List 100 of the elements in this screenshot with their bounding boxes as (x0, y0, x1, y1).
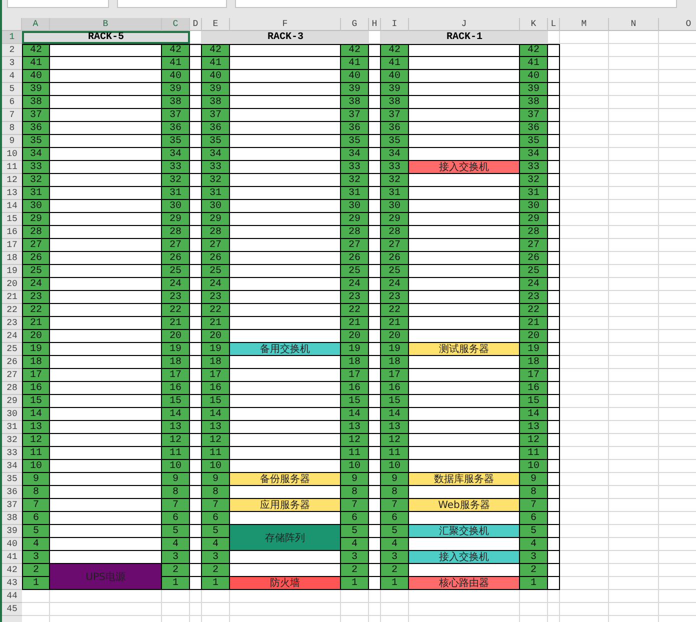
row-header[interactable]: 4 (2, 70, 22, 83)
column-header[interactable]: O (659, 18, 696, 31)
unit-number: 35 (162, 135, 190, 148)
column-header[interactable]: D (190, 18, 202, 31)
row-header[interactable]: 37 (2, 499, 22, 512)
row-header[interactable]: 22 (2, 304, 22, 317)
unit-number: 37 (341, 109, 369, 122)
unit-number: 24 (202, 278, 230, 291)
row-header[interactable]: 6 (2, 96, 22, 109)
row-header[interactable]: 17 (2, 239, 22, 252)
unit-number: 25 (162, 265, 190, 278)
row-header[interactable]: 21 (2, 291, 22, 304)
row-header[interactable]: 8 (2, 122, 22, 135)
row-header[interactable]: 12 (2, 174, 22, 187)
unit-number: 35 (381, 135, 409, 148)
unit-number: 29 (520, 213, 548, 226)
column-header[interactable]: M (560, 18, 609, 31)
row-header[interactable]: 25 (2, 343, 22, 356)
row-header[interactable]: 20 (2, 278, 22, 291)
row-header[interactable]: 43 (2, 577, 22, 590)
column-header[interactable]: H (369, 18, 381, 31)
row-header[interactable]: 18 (2, 252, 22, 265)
row-header[interactable]: 2 (2, 44, 22, 57)
toolbar-field[interactable] (117, 0, 227, 8)
unit-number: 25 (520, 265, 548, 278)
unit-number: 26 (22, 252, 50, 265)
column-header[interactable]: F (230, 18, 341, 31)
column-header[interactable]: K (520, 18, 548, 31)
unit-number: 39 (381, 83, 409, 96)
row-header[interactable]: 32 (2, 434, 22, 447)
column-header[interactable]: N (609, 18, 659, 31)
unit-number: 4 (202, 538, 230, 551)
device-cell: UPS电源 (50, 564, 162, 590)
unit-number: 1 (22, 577, 50, 590)
unit-number: 15 (520, 395, 548, 408)
row-header[interactable]: 41 (2, 551, 22, 564)
unit-number: 26 (162, 252, 190, 265)
row-header[interactable]: 31 (2, 421, 22, 434)
row-header[interactable]: 33 (2, 447, 22, 460)
column-header[interactable]: C (162, 18, 190, 31)
row-header[interactable]: 19 (2, 265, 22, 278)
row-header[interactable]: 34 (2, 460, 22, 473)
row-header[interactable]: 44 (2, 590, 22, 603)
unit-number: 12 (341, 434, 369, 447)
unit-number: 37 (520, 109, 548, 122)
row-header[interactable]: 10 (2, 148, 22, 161)
select-all-corner[interactable] (2, 18, 22, 31)
row-header[interactable]: 28 (2, 382, 22, 395)
row-header[interactable]: 13 (2, 187, 22, 200)
row-header[interactable]: 16 (2, 226, 22, 239)
unit-number: 21 (22, 317, 50, 330)
row-header[interactable]: 23 (2, 317, 22, 330)
row-header[interactable]: 5 (2, 83, 22, 96)
row-header[interactable]: 39 (2, 525, 22, 538)
name-box[interactable] (7, 0, 109, 8)
unit-number: 8 (381, 486, 409, 499)
column-header[interactable]: G (341, 18, 369, 31)
unit-number: 32 (202, 174, 230, 187)
unit-number: 5 (341, 525, 369, 538)
row-header[interactable]: 38 (2, 512, 22, 525)
row-header[interactable]: 15 (2, 213, 22, 226)
formula-field[interactable] (235, 0, 677, 8)
unit-number: 28 (202, 226, 230, 239)
column-header[interactable]: B (50, 18, 162, 31)
unit-number: 6 (520, 512, 548, 525)
row-header[interactable]: 11 (2, 161, 22, 174)
unit-number: 6 (381, 512, 409, 525)
row-header[interactable]: 36 (2, 486, 22, 499)
column-header[interactable]: L (548, 18, 560, 31)
row-header[interactable]: 7 (2, 109, 22, 122)
row-header[interactable]: 9 (2, 135, 22, 148)
column-header[interactable]: A (22, 18, 50, 31)
device-cell: 防火墙 (230, 577, 341, 590)
unit-number: 17 (341, 369, 369, 382)
column-header[interactable]: J (409, 18, 520, 31)
row-header[interactable]: 3 (2, 57, 22, 70)
row-header[interactable]: 35 (2, 473, 22, 486)
column-header[interactable]: E (202, 18, 230, 31)
unit-number: 28 (381, 226, 409, 239)
row-header[interactable]: 40 (2, 538, 22, 551)
row-header[interactable]: 29 (2, 395, 22, 408)
row-header[interactable]: 30 (2, 408, 22, 421)
row-header[interactable]: 14 (2, 200, 22, 213)
unit-number: 40 (341, 70, 369, 83)
row-header[interactable]: 45 (2, 603, 22, 616)
unit-number: 12 (22, 434, 50, 447)
row-header[interactable]: 27 (2, 369, 22, 382)
unit-number: 36 (381, 122, 409, 135)
unit-number: 13 (341, 421, 369, 434)
column-header[interactable]: I (381, 18, 409, 31)
unit-number: 3 (202, 551, 230, 564)
unit-number: 2 (22, 564, 50, 577)
unit-number: 21 (381, 317, 409, 330)
row-header[interactable]: 1 (2, 31, 22, 44)
row-header[interactable]: 42 (2, 564, 22, 577)
unit-number: 33 (520, 161, 548, 174)
row-header[interactable]: 24 (2, 330, 22, 343)
unit-number: 5 (162, 525, 190, 538)
row-header[interactable]: 26 (2, 356, 22, 369)
unit-number: 40 (22, 70, 50, 83)
